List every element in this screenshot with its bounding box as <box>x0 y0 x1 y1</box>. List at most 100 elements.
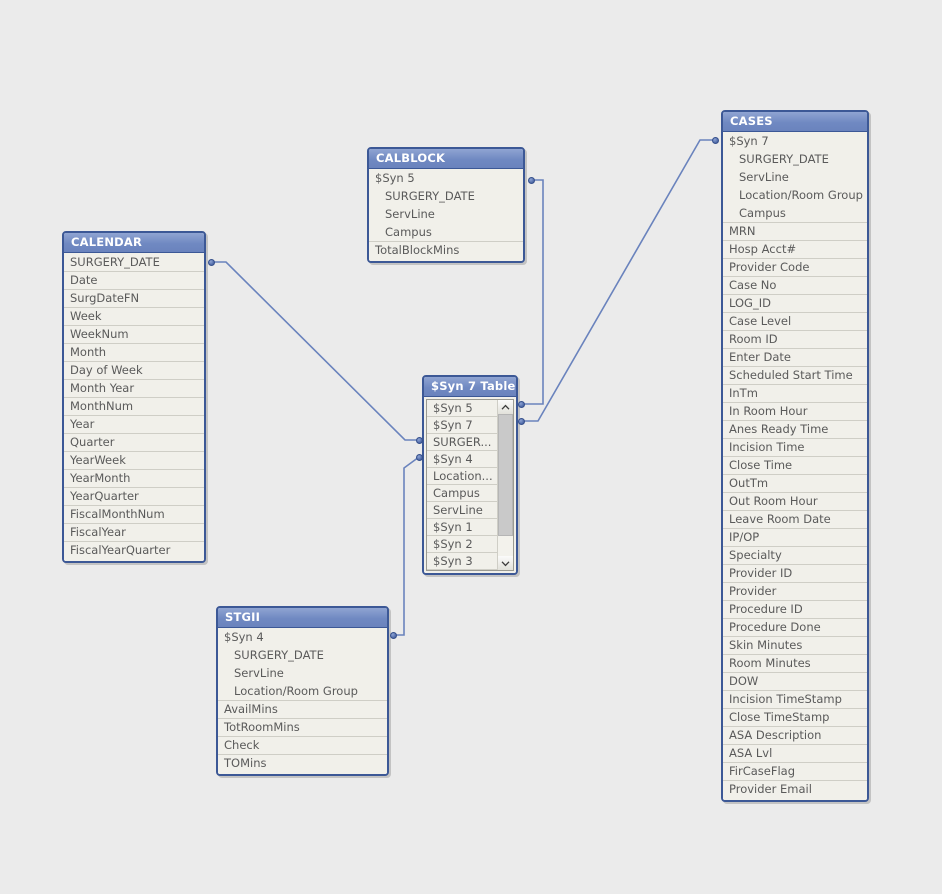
syn7-syn4-port[interactable] <box>415 453 423 461</box>
field-row[interactable]: In Room Hour <box>723 403 867 421</box>
field-row[interactable]: Room Minutes <box>723 655 867 673</box>
field-row[interactable]: Provider ID <box>723 565 867 583</box>
vertical-scrollbar[interactable] <box>497 400 513 570</box>
field-row[interactable]: $Syn 7 <box>723 133 867 151</box>
syn7-syn7-port[interactable] <box>517 417 525 425</box>
field-row[interactable]: Provider Email <box>723 781 867 799</box>
field-row[interactable]: AvailMins <box>218 701 387 719</box>
field-row[interactable]: TotalBlockMins <box>369 242 523 260</box>
field-row[interactable]: $Syn 4 <box>218 629 387 647</box>
connector-stgii-to-syn7 <box>393 456 420 636</box>
field-row[interactable]: Scheduled Start Time <box>723 367 867 385</box>
field-row[interactable]: YearWeek <box>64 452 204 470</box>
chevron-up-icon[interactable] <box>498 400 513 414</box>
field-row[interactable]: YearQuarter <box>64 488 204 506</box>
field-row[interactable]: $Syn 7 <box>427 417 497 434</box>
field-row[interactable]: Case No <box>723 277 867 295</box>
field-row[interactable]: Out Room Hour <box>723 493 867 511</box>
field-row[interactable]: Provider <box>723 583 867 601</box>
field-row[interactable]: Procedure ID <box>723 601 867 619</box>
field-row[interactable]: Incision Time <box>723 439 867 457</box>
field-row[interactable]: Enter Date <box>723 349 867 367</box>
field-row[interactable]: WeekNum <box>64 326 204 344</box>
field-row[interactable]: Provider Code <box>723 259 867 277</box>
cases-syn7-port[interactable] <box>711 136 719 144</box>
field-row[interactable]: SURGERY_DATE <box>218 647 387 665</box>
field-row[interactable]: Campus <box>427 485 497 502</box>
field-row[interactable]: SURGERY_DATE <box>64 254 204 272</box>
field-row[interactable]: Campus <box>723 205 867 223</box>
field-row[interactable]: SURGER... <box>427 434 497 451</box>
calendar-surgery-date-port[interactable] <box>207 258 215 266</box>
field-row[interactable]: Month Year <box>64 380 204 398</box>
field-row[interactable]: Year <box>64 416 204 434</box>
syn7-surgery-port[interactable] <box>415 436 423 444</box>
field-list-syn7table[interactable]: $Syn 5 $Syn 7 SURGER... $Syn 4 Location... Ca… <box>426 399 514 571</box>
field-row[interactable]: $Syn 5 <box>427 400 497 417</box>
field-row[interactable]: ASA Description <box>723 727 867 745</box>
field-row[interactable]: $Syn 3 <box>427 553 497 570</box>
field-row[interactable]: DOW <box>723 673 867 691</box>
calblock-syn5-port[interactable] <box>527 176 535 184</box>
field-row[interactable]: Room ID <box>723 331 867 349</box>
field-row[interactable]: Case Level <box>723 313 867 331</box>
field-row[interactable]: InTm <box>723 385 867 403</box>
field-row[interactable]: TOMins <box>218 755 387 773</box>
field-row[interactable]: Quarter <box>64 434 204 452</box>
field-row[interactable]: FiscalYearQuarter <box>64 542 204 560</box>
field-row[interactable]: $Syn 5 <box>369 170 523 188</box>
field-row[interactable]: Location/Room Group <box>218 683 387 701</box>
field-row[interactable]: Check <box>218 737 387 755</box>
field-row[interactable]: Close Time <box>723 457 867 475</box>
field-row[interactable]: Campus <box>369 224 523 242</box>
field-row[interactable]: LOG_ID <box>723 295 867 313</box>
field-row[interactable]: Hosp Acct# <box>723 241 867 259</box>
data-model-canvas[interactable]: CALENDAR SURGERY_DATE Date SurgDateFN Week We… <box>0 0 942 894</box>
field-row[interactable]: $Syn 2 <box>427 536 497 553</box>
field-row[interactable]: SurgDateFN <box>64 290 204 308</box>
field-row[interactable]: ServLine <box>369 206 523 224</box>
table-calendar[interactable]: CALENDAR SURGERY_DATE Date SurgDateFN Week We… <box>62 231 206 563</box>
field-row[interactable]: Incision TimeStamp <box>723 691 867 709</box>
field-row[interactable]: SURGERY_DATE <box>369 188 523 206</box>
field-row[interactable]: Location/Room Group <box>723 187 867 205</box>
field-row[interactable]: ServLine <box>218 665 387 683</box>
field-row[interactable]: Close TimeStamp <box>723 709 867 727</box>
field-row[interactable]: ServLine <box>723 169 867 187</box>
field-row[interactable]: FiscalMonthNum <box>64 506 204 524</box>
table-calblock[interactable]: CALBLOCK $Syn 5 SURGERY_DATE ServLine Campus… <box>367 147 525 263</box>
field-row[interactable]: SURGERY_DATE <box>723 151 867 169</box>
scrollbar-thumb[interactable] <box>498 414 513 537</box>
field-row[interactable]: FiscalYear <box>64 524 204 542</box>
field-row[interactable]: $Syn 4 <box>427 451 497 468</box>
field-row[interactable]: Anes Ready Time <box>723 421 867 439</box>
field-row[interactable]: FirCaseFlag <box>723 763 867 781</box>
field-row[interactable]: MonthNum <box>64 398 204 416</box>
field-row[interactable]: Month <box>64 344 204 362</box>
field-row[interactable]: TotRoomMins <box>218 719 387 737</box>
scrollbar-track[interactable] <box>498 414 513 556</box>
field-row[interactable]: Skin Minutes <box>723 637 867 655</box>
field-row[interactable]: MRN <box>723 223 867 241</box>
syn7-syn5-port[interactable] <box>517 400 525 408</box>
field-row[interactable]: ServLine <box>427 502 497 519</box>
table-syn7table[interactable]: $Syn 7 Table $Syn 5 $Syn 7 SURGER... $Syn 4L… <box>422 375 518 575</box>
field-row[interactable]: Procedure Done <box>723 619 867 637</box>
chevron-down-icon[interactable] <box>498 556 513 570</box>
field-row[interactable]: $Syn 1 <box>427 519 497 536</box>
field-row[interactable]: OutTm <box>723 475 867 493</box>
table-cases[interactable]: CASES $Syn 7 SURGERY_DATE ServLine Location/… <box>721 110 869 802</box>
field-row[interactable]: Specialty <box>723 547 867 565</box>
field-row[interactable]: ASA Lvl <box>723 745 867 763</box>
table-title-syn7table: $Syn 7 Table <box>424 377 516 397</box>
field-row[interactable]: Date <box>64 272 204 290</box>
field-row[interactable]: Location... <box>427 468 497 485</box>
field-row[interactable]: YearMonth <box>64 470 204 488</box>
field-row[interactable]: IP/OP <box>723 529 867 547</box>
table-stgii[interactable]: STGII $Syn 4 SURGERY_DATE ServLine Location/… <box>216 606 389 776</box>
field-row[interactable]: Leave Room Date <box>723 511 867 529</box>
field-row[interactable]: Day of Week <box>64 362 204 380</box>
field-row[interactable]: Week <box>64 308 204 326</box>
field-list-column: $Syn 5 $Syn 7 SURGER... $Syn 4 Location... Ca… <box>427 400 497 570</box>
stgii-syn4-port[interactable] <box>389 631 397 639</box>
